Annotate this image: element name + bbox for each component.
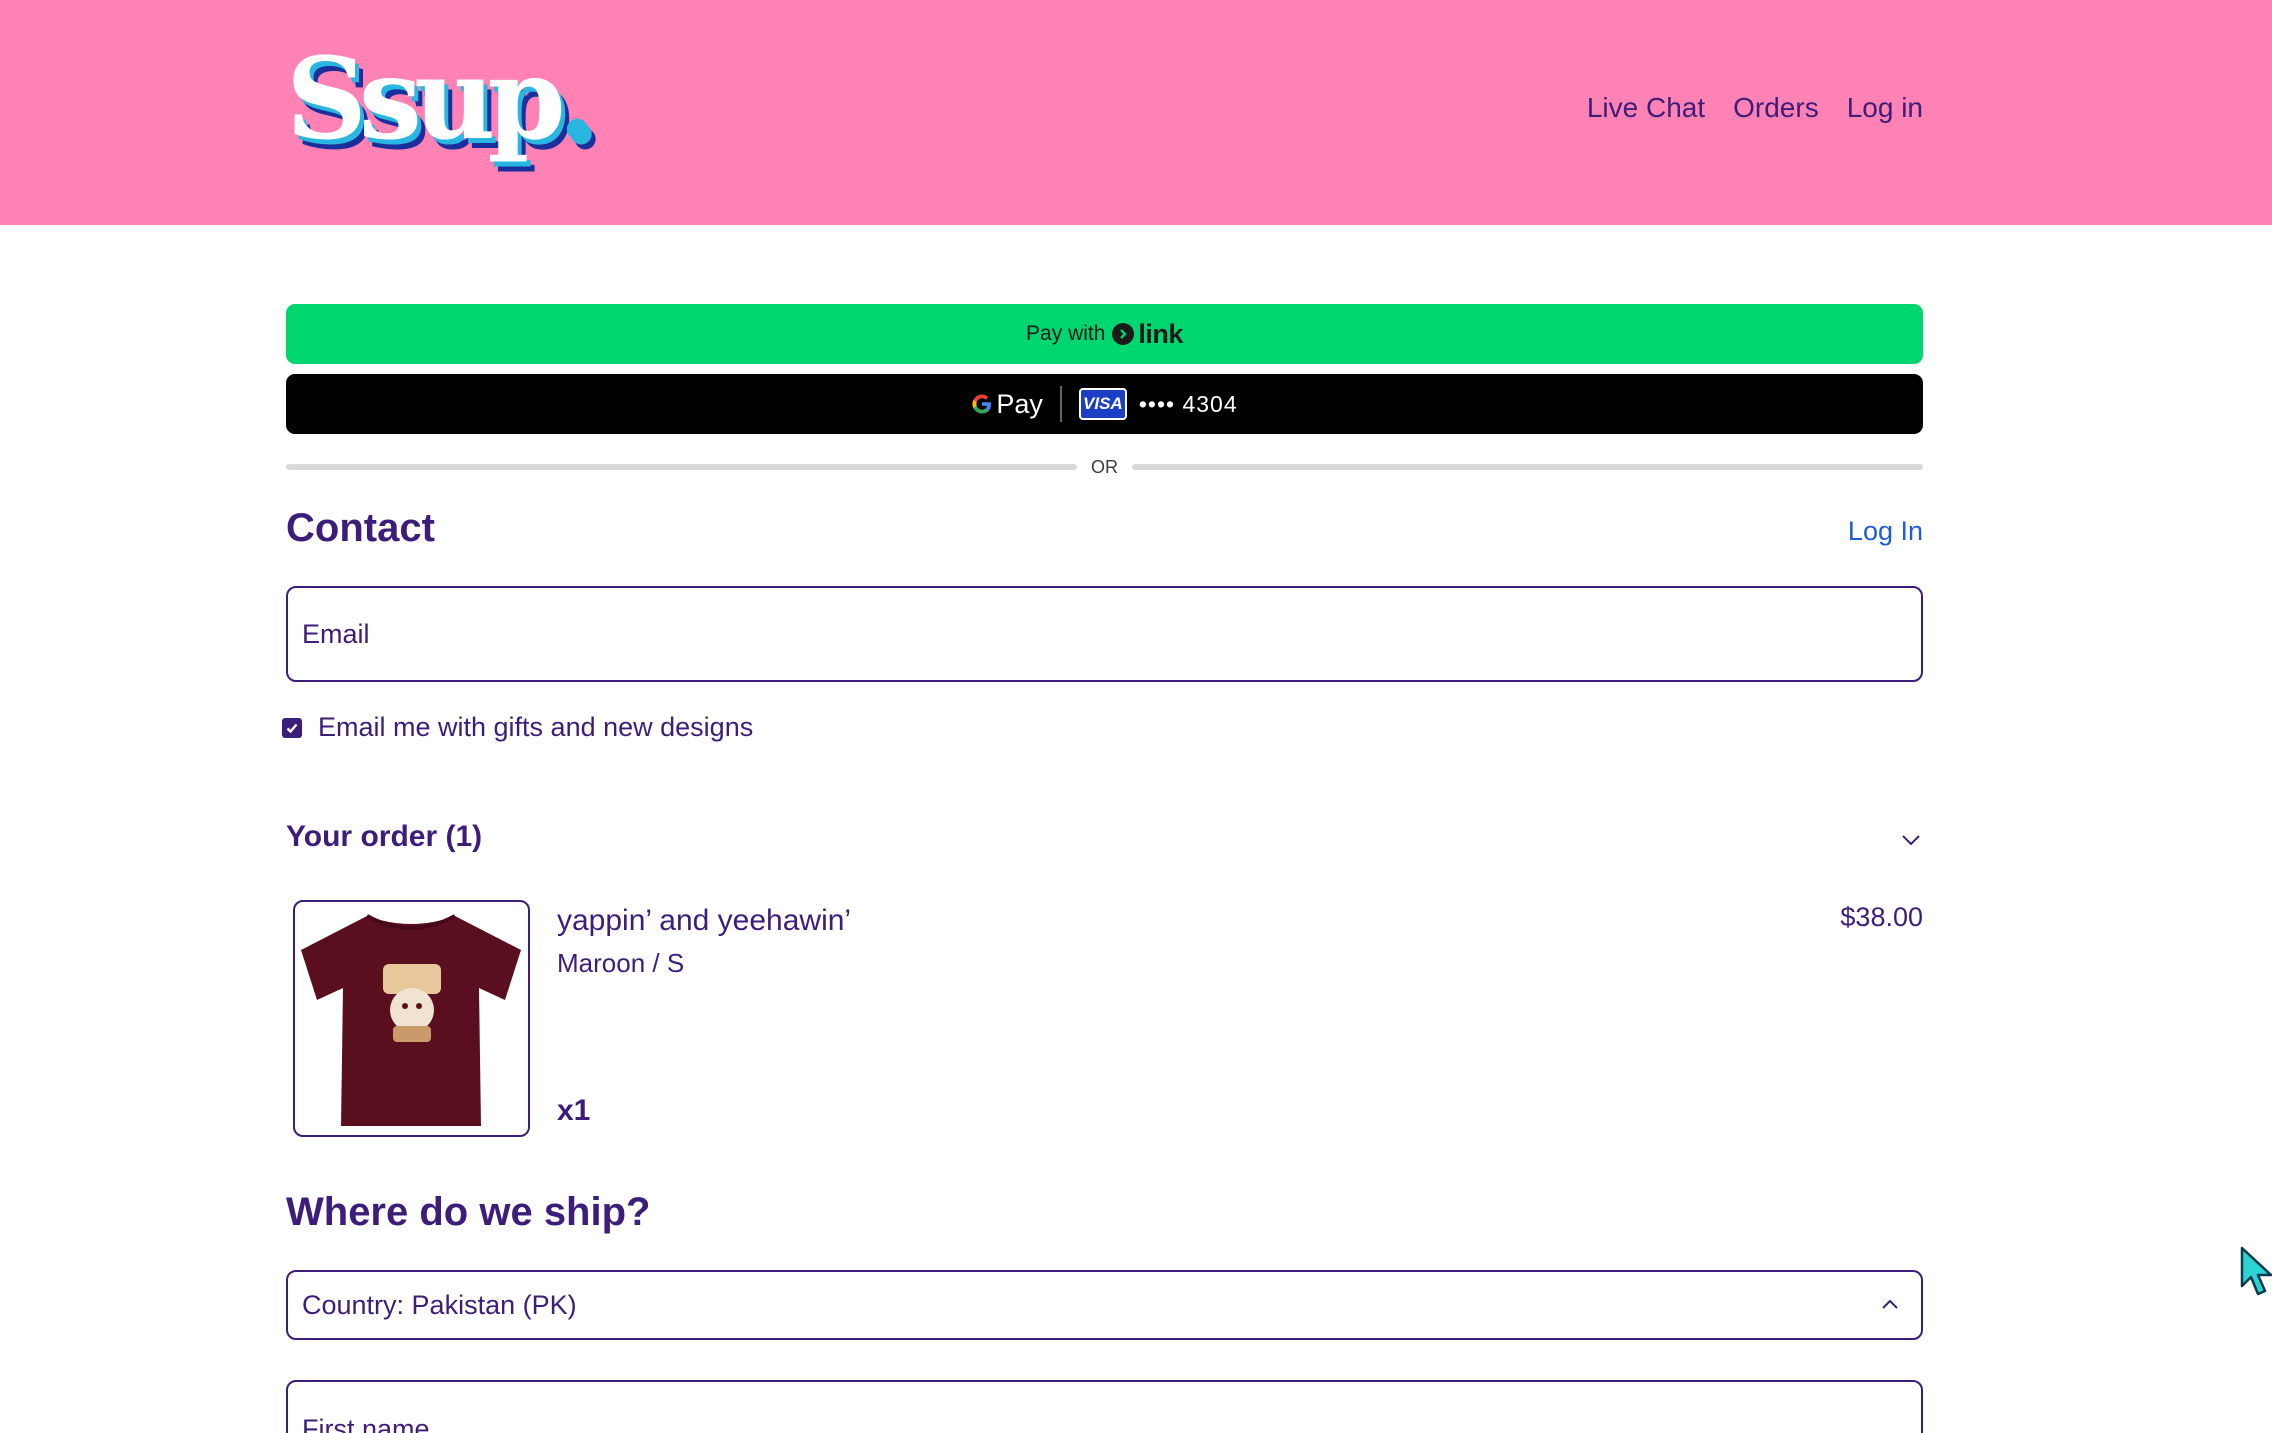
- divider-line-right: [1132, 464, 1923, 470]
- divider-line-left: [286, 464, 1077, 470]
- gpay-word: Pay: [996, 388, 1043, 419]
- email-field[interactable]: [286, 586, 1923, 682]
- first-name-field[interactable]: First name: [286, 1380, 1923, 1433]
- marketing-label: Email me with gifts and new designs: [318, 712, 754, 742]
- site-header: Ssup. Ssup. Ssup. Live Chat Orders Log i…: [0, 0, 2272, 225]
- gpay-divider: [1059, 386, 1062, 422]
- card-last-digits: •••• 4304: [1138, 390, 1238, 417]
- contact-login-link[interactable]: Log In: [1848, 516, 1923, 547]
- marketing-opt-in[interactable]: Email me with gifts and new designs: [282, 712, 753, 743]
- order-item: yappin’ and yeehawin’ Maroon / S x1 $38.…: [286, 900, 1923, 1140]
- google-g-icon: [972, 394, 992, 414]
- contact-title: Contact: [286, 506, 435, 550]
- visa-card-icon: VISA: [1078, 388, 1127, 420]
- or-label: OR: [1091, 456, 1118, 477]
- shipping-title: Where do we ship?: [286, 1190, 651, 1234]
- item-name: yappin’ and yeehawin’: [557, 904, 852, 937]
- pay-with-link-button[interactable]: Pay with link: [286, 304, 1923, 364]
- order-summary-toggle[interactable]: Your order (1): [286, 820, 1923, 860]
- google-pay-button[interactable]: Pay VISA •••• 4304: [286, 374, 1923, 434]
- product-thumbnail: [293, 900, 530, 1137]
- link-brand: link: [1138, 318, 1183, 349]
- nav-log-in[interactable]: Log in: [1847, 92, 1923, 124]
- order-title: Your order (1): [286, 820, 483, 853]
- country-select[interactable]: Country: Pakistan (PK): [286, 1270, 1923, 1340]
- tshirt-image: [301, 914, 521, 1126]
- pay-with-label: Pay with: [1026, 322, 1106, 345]
- chevron-up-icon: [1882, 1299, 1898, 1309]
- svg-text:Ssup.: Ssup.: [286, 40, 589, 165]
- item-price: $38.00: [1840, 902, 1923, 932]
- ssup-logo[interactable]: Ssup. Ssup. Ssup.: [284, 40, 614, 180]
- main-nav: Live Chat Orders Log in: [1587, 92, 1923, 124]
- cursor-icon: [2240, 1246, 2272, 1296]
- item-variant: Maroon / S: [557, 948, 685, 978]
- link-arrow-icon: [1112, 323, 1135, 345]
- chevron-down-icon: [1902, 835, 1920, 846]
- nav-orders[interactable]: Orders: [1733, 92, 1819, 124]
- item-quantity: x1: [557, 1094, 591, 1127]
- country-value: Country: Pakistan (PK): [302, 1289, 577, 1320]
- first-name-label: First name: [302, 1414, 430, 1433]
- or-divider: OR: [286, 454, 1923, 480]
- marketing-checkbox[interactable]: [282, 717, 302, 738]
- link-logo: link: [1112, 319, 1183, 350]
- nav-live-chat[interactable]: Live Chat: [1587, 92, 1705, 124]
- checkmark-icon: [286, 723, 298, 733]
- google-pay-logo: Pay: [971, 389, 1043, 420]
